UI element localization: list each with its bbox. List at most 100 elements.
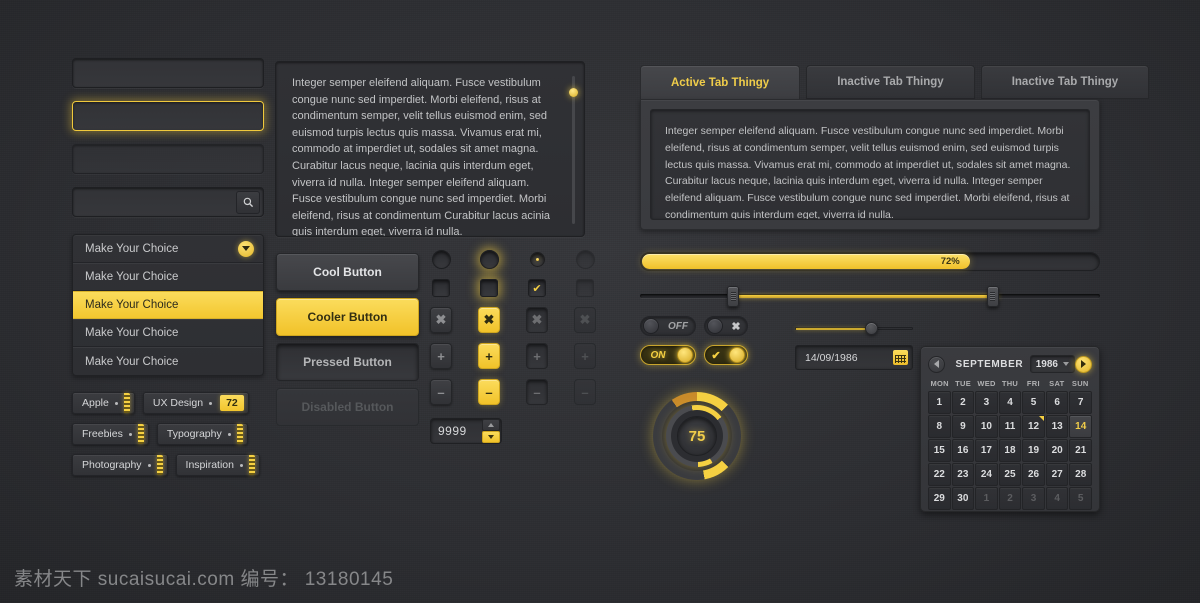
check-icon: ✔: [711, 349, 721, 362]
caret-down-icon[interactable]: [482, 431, 500, 443]
cooler-button[interactable]: Cooler Button: [276, 298, 419, 336]
tag-item[interactable]: Inspiration: [175, 454, 260, 476]
radio-off[interactable]: [431, 250, 451, 269]
dropdown-option[interactable]: Make Your Choice: [73, 347, 263, 375]
close-button-active[interactable]: ✖: [478, 307, 500, 333]
caret-left-icon[interactable]: [928, 355, 945, 373]
text-input-default[interactable]: [72, 58, 264, 88]
toggle-on-check[interactable]: ✔: [704, 345, 748, 365]
calendar-day[interactable]: 24: [975, 463, 998, 486]
cool-button[interactable]: Cool Button: [276, 253, 419, 291]
tag-item[interactable]: Photography: [72, 454, 168, 476]
calendar-day[interactable]: 5: [1022, 391, 1045, 414]
range-slider-handle-min[interactable]: [727, 286, 740, 307]
calendar-day-outside: 5: [1069, 487, 1092, 510]
calendar-day[interactable]: 16: [951, 439, 975, 462]
calendar-day[interactable]: 11: [998, 415, 1022, 438]
calendar-day[interactable]: 13: [1045, 415, 1069, 438]
calendar-day[interactable]: 30: [951, 487, 975, 510]
calendar-day-selected[interactable]: 14: [1069, 415, 1092, 438]
calendar-day[interactable]: 3: [975, 391, 998, 414]
scrollbar-thumb[interactable]: [569, 88, 578, 97]
toggle-off-label[interactable]: OFF: [640, 316, 696, 336]
dropdown-option-label: Make Your Choice: [85, 299, 179, 311]
dropdown-trigger[interactable]: Make Your Choice: [73, 235, 263, 263]
progress-bar: 72%: [640, 252, 1100, 271]
textarea-scrollbar[interactable]: [569, 76, 578, 224]
calendar-day[interactable]: 20: [1045, 439, 1069, 462]
plus-button-pressed[interactable]: +: [526, 343, 548, 369]
calendar-day[interactable]: 1: [928, 391, 951, 414]
close-button-pressed[interactable]: ✖: [526, 307, 548, 333]
radio-highlighted[interactable]: [479, 250, 499, 269]
search-input[interactable]: [72, 187, 264, 217]
minus-button-pressed[interactable]: –: [526, 379, 548, 405]
toggle-off-cross[interactable]: ✖: [704, 316, 748, 336]
calendar-day[interactable]: 2: [951, 391, 975, 414]
plus-button-normal[interactable]: +: [430, 343, 452, 369]
pressed-button[interactable]: Pressed Button: [276, 343, 419, 381]
toggle-on-label[interactable]: ON: [640, 345, 696, 365]
control-grid: ✔ ✖ ✖ ✖ ✖ + + + + – – – – 9999: [430, 250, 596, 444]
tab-active[interactable]: Active Tab Thingy: [640, 65, 801, 99]
dropdown-list[interactable]: Make Your Choice Make Your Choice Make Y…: [72, 234, 264, 376]
calendar-day[interactable]: 28: [1069, 463, 1092, 486]
minus-button-normal[interactable]: –: [430, 379, 452, 405]
circular-gauge[interactable]: 75: [653, 392, 741, 480]
checkbox-row: ✔: [430, 279, 596, 297]
number-stepper[interactable]: 9999: [430, 418, 502, 444]
calendar-day[interactable]: 26: [1022, 463, 1045, 486]
single-slider-handle[interactable]: [864, 322, 878, 335]
radio-selected[interactable]: [529, 252, 545, 267]
date-input[interactable]: 14/09/1986: [795, 345, 913, 370]
calendar-day[interactable]: 12: [1022, 415, 1045, 438]
calendar-day[interactable]: 22: [928, 463, 951, 486]
calendar-day[interactable]: 8: [928, 415, 951, 438]
checkbox-off[interactable]: [432, 279, 450, 297]
dropdown-trigger-label: Make Your Choice: [85, 242, 179, 255]
search-button[interactable]: [236, 191, 260, 214]
dropdown-option-selected[interactable]: Make Your Choice: [73, 291, 263, 319]
calendar-day[interactable]: 17: [975, 439, 998, 462]
calendar-day-outside: 1: [975, 487, 998, 510]
range-slider-handle-max[interactable]: [986, 286, 999, 307]
caret-right-icon[interactable]: [1075, 355, 1092, 373]
checkbox-highlighted[interactable]: [480, 279, 498, 297]
calendar-icon[interactable]: [893, 350, 908, 365]
minus-button-active[interactable]: –: [478, 379, 500, 405]
tag-item[interactable]: Freebies: [72, 423, 149, 445]
calendar-day[interactable]: 6: [1045, 391, 1069, 414]
caret-up-icon[interactable]: [482, 419, 500, 431]
calendar-day[interactable]: 23: [951, 463, 975, 486]
close-button-normal[interactable]: ✖: [430, 307, 452, 333]
tag-item-with-count[interactable]: UX Design 72: [142, 392, 249, 414]
checkbox-checked[interactable]: ✔: [528, 279, 546, 297]
watermark: 素材天下 sucaisucai.com 编号： 13180145: [14, 569, 394, 590]
calendar-day[interactable]: 10: [975, 415, 998, 438]
calendar-day[interactable]: 25: [998, 463, 1022, 486]
calendar-day[interactable]: 27: [1045, 463, 1069, 486]
plus-button-active[interactable]: +: [478, 343, 500, 369]
tab-inactive-1[interactable]: Inactive Tab Thingy: [806, 65, 975, 99]
calendar-day[interactable]: 18: [998, 439, 1022, 462]
calendar-day[interactable]: 4: [998, 391, 1022, 414]
dropdown-option[interactable]: Make Your Choice: [73, 319, 263, 347]
chevron-down-icon[interactable]: [238, 240, 254, 257]
calendar-day[interactable]: 21: [1069, 439, 1092, 462]
close-button-disabled: ✖: [574, 307, 596, 333]
number-stepper-value: 9999: [438, 424, 467, 438]
single-slider[interactable]: [795, 322, 913, 336]
tab-inactive-2[interactable]: Inactive Tab Thingy: [980, 65, 1150, 99]
tag-item[interactable]: Typography: [156, 423, 248, 445]
calendar-day[interactable]: 9: [951, 415, 975, 438]
tag-item[interactable]: Apple: [72, 392, 135, 414]
text-input-focused[interactable]: [72, 101, 264, 131]
calendar-day[interactable]: 7: [1069, 391, 1092, 414]
calendar-year-select[interactable]: 1986: [1029, 355, 1075, 373]
calendar-day[interactable]: 29: [928, 487, 951, 510]
textarea-panel[interactable]: Integer semper eleifend aliquam. Fusce v…: [275, 61, 585, 237]
calendar-day[interactable]: 15: [928, 439, 951, 462]
dropdown-option[interactable]: Make Your Choice: [73, 263, 263, 291]
calendar-day[interactable]: 19: [1022, 439, 1045, 462]
range-slider[interactable]: [640, 286, 1100, 307]
